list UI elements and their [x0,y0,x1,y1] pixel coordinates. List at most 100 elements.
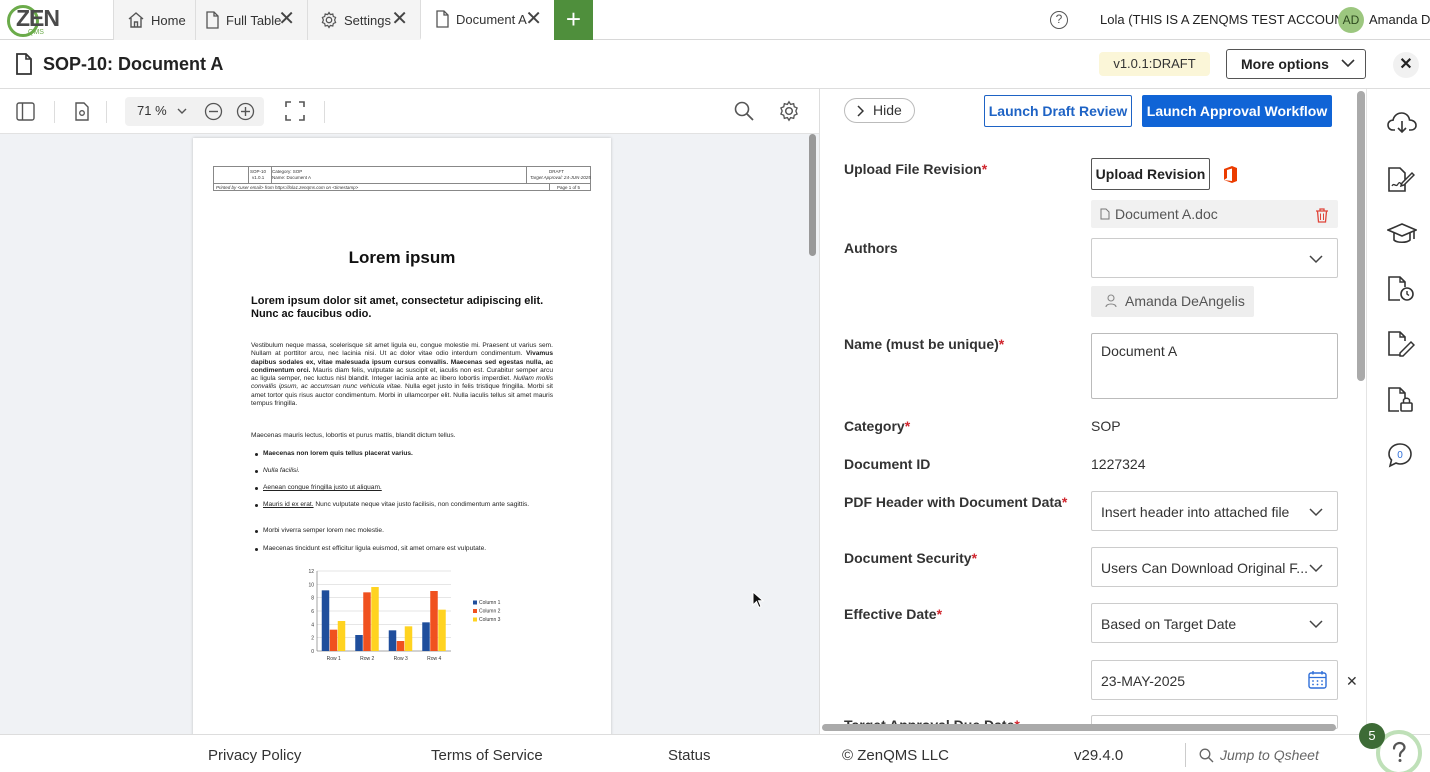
page-title: SOP-10: Document A [43,54,224,74]
authors-select[interactable] [1091,238,1338,278]
author-chip[interactable]: Amanda DeAngelis [1091,286,1254,317]
upload-revision-button[interactable]: Upload Revision [1091,158,1210,190]
avatar[interactable]: AD [1338,7,1364,33]
document-icon [206,11,219,29]
panel-horizontal-scrollbar[interactable] [820,722,1340,732]
category-value: SOP [1091,418,1121,434]
chart-y-tick-label: 6 [311,609,314,615]
document-subheading: Lorem ipsum dolor sit amet, consectetur … [251,295,544,320]
jump-to-qsheet-input[interactable]: Jump to Qsheet [1220,747,1319,763]
scrollbar-thumb[interactable] [809,134,816,256]
attached-file[interactable]: Document A.doc [1091,200,1338,228]
zoom-select[interactable]: 71 % [137,103,167,118]
zenqms-logo[interactable]: ZEN QMS [4,2,66,38]
tab-full-table[interactable]: Full Table ✕ [195,0,307,40]
gear-icon [321,11,337,29]
more-options-dropdown[interactable]: More options [1226,49,1366,79]
cloud-download-icon[interactable] [1387,111,1417,135]
clear-date-icon[interactable]: ✕ [1346,673,1356,690]
chart-bar [388,630,397,651]
chart-x-tick-label: Row 2 [360,656,374,662]
calendar-icon[interactable] [1308,670,1327,689]
chevron-down-icon[interactable] [177,108,187,115]
tab-settings[interactable]: Settings ✕ [307,0,420,40]
required-asterisk: * [936,606,943,622]
toolbar-divider [324,101,325,123]
document-lock-icon[interactable] [1387,387,1415,413]
close-icon[interactable]: ✕ [391,9,408,29]
close-icon[interactable]: ✕ [525,9,542,29]
tab-home[interactable]: Home [113,0,195,40]
header-page-count: Page 1 of 5 [557,185,581,190]
effective-date-select[interactable]: Based on Target Date [1091,603,1338,643]
footer: Privacy Policy Terms of Service Status ©… [0,734,1430,772]
status-link[interactable]: Status [668,747,711,764]
list-item: Aenean congue fringilla justo ut aliquam… [255,484,555,492]
account-name[interactable]: Lola (THIS IS A ZENQMS TEST ACCOUNT) [1100,12,1356,27]
close-icon[interactable]: ✕ [278,9,295,29]
document-sign-icon[interactable] [1387,167,1415,193]
launch-draft-review-button[interactable]: Launch Draft Review [984,95,1132,127]
chart-bar [355,635,363,651]
chevron-down-icon [1309,620,1323,629]
zoom-out-icon[interactable] [204,102,223,121]
hide-label: Hide [873,102,902,118]
document-edit-icon[interactable] [1387,331,1415,357]
list-item: Morbi viverra semper lorem nec molestie. [255,527,555,535]
header-version: v1.0.1 [252,175,265,180]
document-security-label: Document Security* [844,550,977,566]
toolbar-divider [54,101,55,123]
date-value: 23-MAY-2025 [1101,673,1186,689]
terms-of-service-link[interactable]: Terms of Service [431,747,543,764]
date-input[interactable]: 23-MAY-2025 [1091,660,1338,700]
fullscreen-icon[interactable] [285,101,305,121]
document-viewer[interactable]: SOP-10 v1.0.1 Category: SOP Name: Docume… [0,134,819,734]
sidebar-toggle-icon[interactable] [16,102,35,121]
notification-count-badge[interactable]: 5 [1359,723,1385,749]
search-icon[interactable] [734,101,754,121]
chat-icon[interactable]: 0 [1387,442,1413,468]
chart-legend-swatch [473,600,477,605]
document-id-label: Document ID [844,456,931,472]
header-name: Name: Document A [272,175,312,180]
scrollbar-thumb[interactable] [1357,91,1365,381]
right-action-rail: 0 [1366,89,1430,734]
page-settings-icon[interactable] [74,102,90,121]
trash-icon[interactable] [1315,208,1329,223]
name-field[interactable]: Document A [1091,333,1338,399]
zoom-in-icon[interactable] [236,102,255,121]
user-name[interactable]: Amanda D [1369,12,1430,27]
scrollbar-thumb[interactable] [822,724,1336,731]
list-item: Mauris id ex erat. Nunc vulputate neque … [255,501,555,509]
document-id-value: 1227324 [1091,456,1146,472]
document-security-select[interactable]: Users Can Download Original F... [1091,547,1338,587]
document-history-icon[interactable] [1387,276,1415,302]
required-asterisk: * [981,161,988,177]
launch-approval-workflow-button[interactable]: Launch Approval Workflow [1142,95,1332,127]
tab-settings-label: Settings [344,12,391,28]
add-tab-button[interactable]: + [554,0,593,40]
pdf-header-select[interactable]: Insert header into attached file [1091,491,1338,531]
hide-panel-button[interactable]: Hide [844,98,915,123]
office-icon[interactable] [1222,165,1239,184]
chat-count: 0 [1397,450,1403,461]
viewer-scrollbar[interactable] [806,134,819,734]
more-options-label: More options [1241,56,1329,72]
chart-bar [363,592,371,651]
chart-x-tick-label: Row 3 [394,656,408,662]
tab-document-a[interactable]: Document A ✕ [420,0,554,40]
privacy-policy-link[interactable]: Privacy Policy [208,747,301,764]
panel-vertical-scrollbar[interactable] [1356,89,1366,734]
gear-icon[interactable] [778,100,800,122]
chart-bar [438,609,446,651]
app-root: ZEN QMS Home Full Table ✕ Settings ✕ Doc… [0,0,1430,772]
chart-bar [404,626,413,651]
help-icon[interactable]: ? [1050,11,1068,29]
search-icon [1199,748,1214,763]
chevron-down-icon [1309,564,1323,573]
close-document-button[interactable]: ✕ [1393,52,1419,78]
zoom-unit: % [155,103,167,118]
footer-divider [1185,743,1186,767]
graduation-cap-icon[interactable] [1387,222,1417,246]
tab-full-table-label: Full Table [226,12,282,28]
